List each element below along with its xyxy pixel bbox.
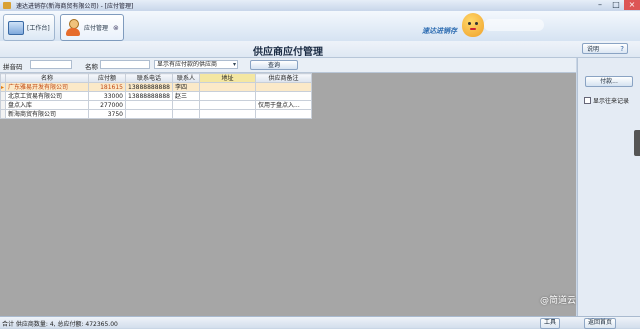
cell-note[interactable] (255, 91, 312, 101)
page-title: 供应商应付管理 (253, 47, 323, 58)
grid-area: 名称 应付额 联系电话 联系人 地址 供应商备注 ▸ 广东雅易开发有限公司 18… (0, 73, 576, 316)
table-row[interactable]: ▸ 广东雅易开发有限公司 181615 13888888888 李四 (0, 82, 312, 92)
cell-contact[interactable] (172, 100, 200, 110)
payables-table: 名称 应付额 联系电话 联系人 地址 供应商备注 ▸ 广东雅易开发有限公司 18… (0, 73, 312, 119)
cell-contact[interactable] (172, 109, 200, 119)
cell-amount[interactable]: 277000 (88, 100, 126, 110)
column-header-phone[interactable]: 联系电话 (125, 73, 173, 83)
back-home-button[interactable]: 返回首页 (584, 318, 617, 329)
table-header-row: 名称 应付额 联系电话 联系人 地址 供应商备注 (0, 73, 312, 83)
cell-phone[interactable] (125, 100, 173, 110)
chevron-down-icon: ▾ (232, 61, 236, 68)
table-row[interactable]: 新海商贸有限公司 3750 (0, 109, 312, 119)
cell-name[interactable]: 新海商贸有限公司 (5, 109, 89, 119)
tab-payables-label: 应付管理 (84, 25, 109, 32)
code-label: 拼音码 (3, 63, 23, 71)
cell-amount[interactable]: 3750 (88, 109, 126, 119)
name-input[interactable] (100, 60, 150, 69)
help-button-label: 说明 (587, 46, 600, 53)
help-icon: ? (620, 45, 624, 53)
table-row[interactable]: 盘点入库 277000 仅用于盘点入... (0, 100, 312, 110)
module-toolbar: [工作台] 应付管理 ⊗ 速达进销存 (0, 11, 640, 42)
status-bar: 合计 供应商数量: 4, 总应付额: 472365.00 工具 返回首页 (0, 316, 640, 329)
cell-address[interactable] (199, 91, 256, 101)
watermark-text: @简道云 (540, 296, 577, 306)
show-history-checkbox[interactable]: 显示往来记录 (584, 96, 629, 105)
cell-amount[interactable]: 181615 (88, 82, 126, 92)
maximize-button[interactable]: □ (608, 0, 624, 10)
cell-phone[interactable] (125, 109, 173, 119)
column-header-contact[interactable]: 联系人 (172, 73, 200, 83)
cell-note[interactable] (255, 109, 312, 119)
window-title: 速达进销存(新海商贸有限公司) - [应付管理] (16, 3, 134, 10)
column-header-name[interactable]: 名称 (5, 73, 89, 83)
cell-phone[interactable]: 13888888888 (125, 82, 173, 92)
tab-workbench-label: [工作台] (27, 25, 50, 32)
cell-amount[interactable]: 33000 (88, 91, 126, 101)
checkbox-box[interactable] (584, 97, 591, 104)
scope-select-value: 显示有应付款的供应商 (157, 61, 218, 68)
filter-bar: 拼音码 名称 显示有应付款的供应商 ▾ 查询 (0, 58, 576, 73)
cell-note[interactable]: 仅用于盘点入... (255, 100, 312, 110)
mascot-icon (462, 13, 484, 37)
column-header-amount[interactable]: 应付额 (88, 73, 126, 83)
cell-address[interactable] (199, 109, 256, 119)
cell-note[interactable] (255, 82, 312, 92)
cell-name[interactable]: 广东雅易开发有限公司 (5, 82, 89, 92)
desktop-icon (8, 20, 24, 35)
table-row[interactable]: 北京工贸易有限公司 33000 13888888888 赵三 (0, 91, 312, 101)
query-button[interactable]: 查询 (250, 60, 298, 70)
brand-logo: 速达进销存 (422, 13, 552, 39)
person-icon (65, 18, 81, 37)
brand-decoration (484, 19, 544, 31)
cell-contact[interactable]: 赵三 (172, 91, 200, 101)
side-panel-handle[interactable] (634, 130, 640, 156)
cell-name[interactable]: 盘点入库 (5, 100, 89, 110)
brand-text: 速达进销存 (422, 27, 457, 35)
pay-button[interactable]: 付款... (585, 76, 633, 87)
scope-select[interactable]: 显示有应付款的供应商 ▾ (154, 60, 238, 69)
tools-button[interactable]: 工具 (540, 318, 561, 329)
page-header: 供应商应付管理 说明 ? (0, 41, 640, 58)
cell-address[interactable] (199, 100, 256, 110)
action-pane: 付款... 显示往来记录 (577, 58, 640, 316)
tab-close-icon[interactable]: ⊗ (113, 24, 119, 32)
cell-name[interactable]: 北京工贸易有限公司 (5, 91, 89, 101)
code-input[interactable] (30, 60, 72, 69)
tab-workbench[interactable]: [工作台] (3, 14, 55, 41)
minimize-button[interactable]: – (592, 0, 608, 10)
cell-address[interactable] (199, 82, 256, 92)
app-icon (3, 2, 11, 9)
column-header-note[interactable]: 供应商备注 (255, 73, 312, 83)
close-window-button[interactable]: × (624, 0, 640, 10)
cell-contact[interactable]: 李四 (172, 82, 200, 92)
tab-payables[interactable]: 应付管理 ⊗ (60, 14, 124, 41)
help-button[interactable]: 说明 ? (582, 43, 628, 54)
name-label: 名称 (85, 63, 98, 71)
cell-phone[interactable]: 13888888888 (125, 91, 173, 101)
show-history-label: 显示往来记录 (593, 98, 630, 105)
column-header-address[interactable]: 地址 (199, 73, 256, 83)
